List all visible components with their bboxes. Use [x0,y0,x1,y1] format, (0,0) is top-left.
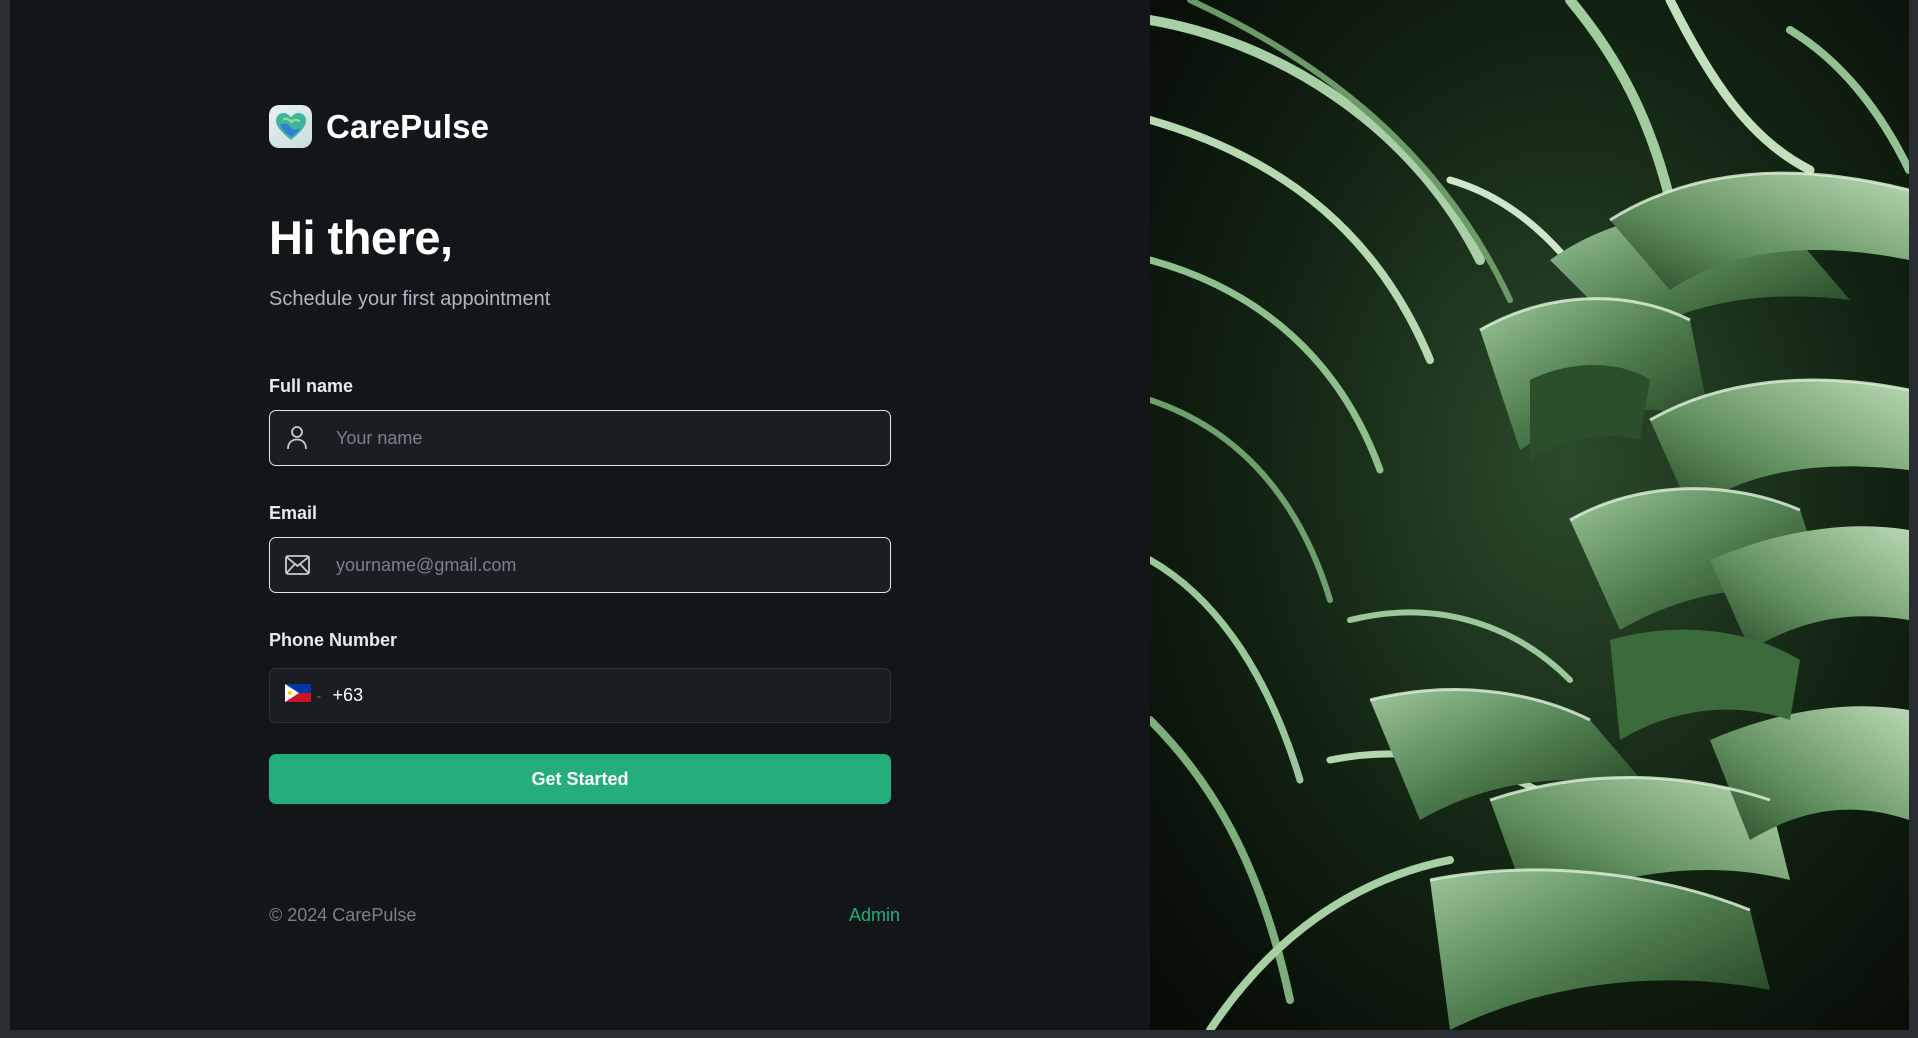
phone-label: Phone Number [269,630,398,650]
page-title: Hi there, [269,211,453,264]
user-icon [270,425,324,451]
phone-input[interactable]: +63 [333,685,364,706]
abstract-leaves-image [1150,0,1909,1030]
full-name-label: Full name [269,376,354,396]
phone-field[interactable]: ⌄ +63 [269,668,891,723]
mail-icon [270,555,324,575]
email-input[interactable] [324,538,890,592]
full-name-field[interactable] [269,410,891,466]
get-started-button[interactable]: Get Started [269,754,891,804]
ph-flag-icon [285,684,311,707]
email-label: Email [269,503,318,523]
email-field[interactable] [269,537,891,593]
full-name-input[interactable] [324,411,890,465]
page-subtitle: Schedule your first appointment [269,288,551,310]
chevron-down-icon: ⌄ [315,690,323,700]
hero-image [1150,0,1909,1030]
heart-logo-icon [269,105,312,148]
admin-link[interactable]: Admin [849,905,900,926]
form-panel: CarePulse Hi there, Schedule your first … [10,0,1150,1030]
country-select[interactable]: ⌄ [285,684,323,707]
brand-name: CarePulse [326,107,490,145]
copyright-text: © 2024 CarePulse [269,905,417,925]
app-window: CarePulse Hi there, Schedule your first … [10,0,1909,1030]
brand-logo: CarePulse [269,105,489,148]
